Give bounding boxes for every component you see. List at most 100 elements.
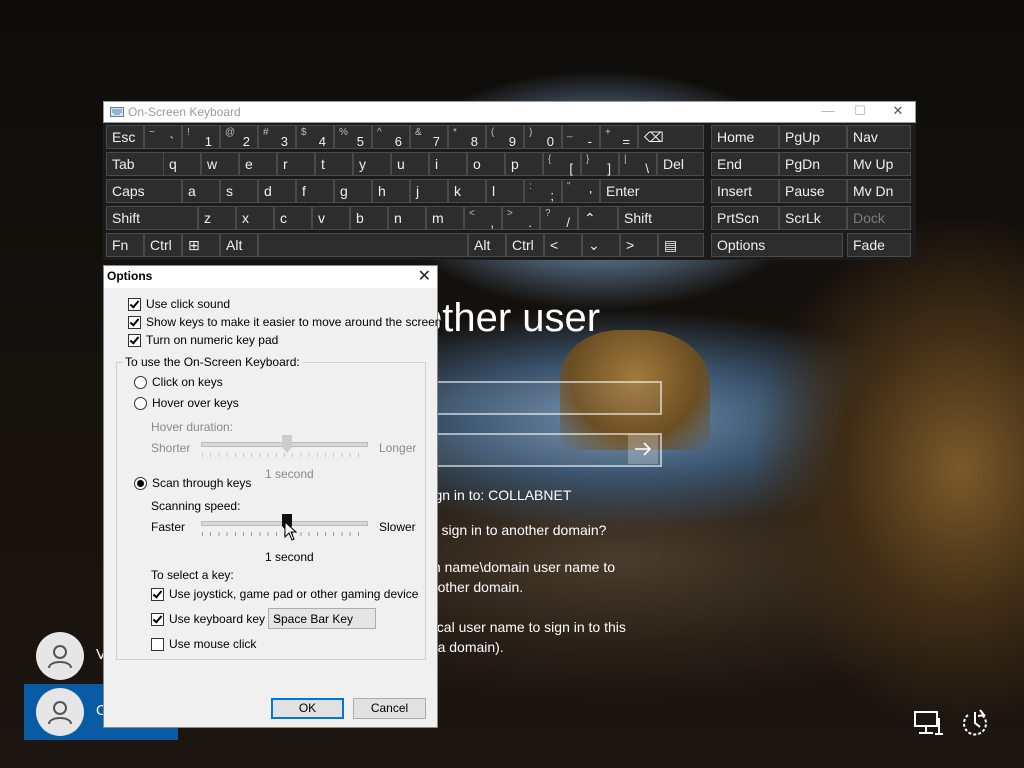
key-3-0[interactable]: Shift bbox=[106, 206, 198, 230]
use-keyboard-key-checkbox[interactable]: Use keyboard key bbox=[151, 612, 265, 626]
network-icon[interactable] bbox=[911, 706, 945, 740]
osk-titlebar[interactable]: On-Screen Keyboard — ☐ ✕ bbox=[103, 101, 916, 123]
key-2-7[interactable]: j bbox=[410, 179, 448, 203]
key-4-7[interactable]: < bbox=[544, 233, 582, 257]
key-1-3[interactable]: e bbox=[239, 152, 277, 176]
close-button[interactable]: ✕ bbox=[883, 103, 913, 119]
key-4-9[interactable]: > bbox=[620, 233, 658, 257]
nav-key-insert[interactable]: Insert bbox=[711, 179, 779, 203]
key-1-12[interactable]: }] bbox=[581, 152, 619, 176]
key-3-2[interactable]: x bbox=[236, 206, 274, 230]
click-on-keys-radio[interactable]: Click on keys bbox=[134, 375, 223, 389]
key-0-4[interactable]: #3 bbox=[258, 125, 296, 149]
scan-through-keys-radio[interactable]: Scan through keys bbox=[134, 476, 251, 490]
key-1-4[interactable]: r bbox=[277, 152, 315, 176]
key-1-0[interactable]: Tab bbox=[106, 152, 166, 176]
key-2-5[interactable]: g bbox=[334, 179, 372, 203]
nav-key-mv-up[interactable]: Mv Up bbox=[847, 152, 911, 176]
nav-key-prtscn[interactable]: PrtScn bbox=[711, 206, 779, 230]
minimize-button[interactable]: — bbox=[813, 103, 843, 118]
key-4-8[interactable]: ⌄ bbox=[582, 233, 620, 257]
key-4-6[interactable]: Ctrl bbox=[506, 233, 544, 257]
key-0-12[interactable]: _ - bbox=[562, 125, 600, 149]
username-input[interactable] bbox=[420, 381, 662, 415]
key-3-10[interactable]: ? / bbox=[540, 206, 578, 230]
key-1-8[interactable]: i bbox=[429, 152, 467, 176]
key-0-5[interactable]: $4 bbox=[296, 125, 334, 149]
key-3-9[interactable]: >. bbox=[502, 206, 540, 230]
numeric-keypad-checkbox[interactable]: Turn on numeric key pad bbox=[128, 333, 278, 347]
nav-key-mv-dn[interactable]: Mv Dn bbox=[847, 179, 911, 203]
key-0-3[interactable]: @2 bbox=[220, 125, 258, 149]
use-mouse-click-checkbox[interactable]: Use mouse click bbox=[151, 637, 256, 651]
key-3-4[interactable]: v bbox=[312, 206, 350, 230]
key-4-10[interactable]: ▤ bbox=[658, 233, 704, 257]
submit-arrow-button[interactable] bbox=[628, 434, 658, 464]
key-3-6[interactable]: n bbox=[388, 206, 426, 230]
key-0-6[interactable]: % 5 bbox=[334, 125, 372, 149]
key-2-3[interactable]: d bbox=[258, 179, 296, 203]
nav-key-scrlk[interactable]: ScrLk bbox=[779, 206, 847, 230]
nav-key-dock[interactable]: Dock bbox=[847, 206, 911, 230]
key-2-8[interactable]: k bbox=[448, 179, 486, 203]
options-close-icon[interactable]: ✕ bbox=[418, 266, 431, 286]
nav-key-pause[interactable]: Pause bbox=[779, 179, 847, 203]
key-1-10[interactable]: p bbox=[505, 152, 543, 176]
key-4-0[interactable]: Fn bbox=[106, 233, 144, 257]
nav-key-pgup[interactable]: PgUp bbox=[779, 125, 847, 149]
nav-key-fade[interactable]: Fade bbox=[847, 233, 911, 257]
key-4-1[interactable]: Ctrl bbox=[144, 233, 182, 257]
use-click-sound-checkbox[interactable]: Use click sound bbox=[128, 297, 230, 311]
nav-key-end[interactable]: End bbox=[711, 152, 779, 176]
key-2-2[interactable]: s bbox=[220, 179, 258, 203]
ok-button[interactable]: OK bbox=[271, 698, 344, 719]
key-4-3[interactable]: Alt bbox=[220, 233, 258, 257]
key-1-9[interactable]: o bbox=[467, 152, 505, 176]
maximize-button[interactable]: ☐ bbox=[845, 103, 875, 119]
key-2-6[interactable]: h bbox=[372, 179, 410, 203]
key-1-7[interactable]: u bbox=[391, 152, 429, 176]
key-0-8[interactable]: & 7 bbox=[410, 125, 448, 149]
hover-slider-thumb[interactable] bbox=[282, 435, 292, 453]
key-0-13[interactable]: + = bbox=[600, 125, 638, 149]
key-0-14[interactable]: ⌫ bbox=[638, 125, 704, 149]
cancel-button[interactable]: Cancel bbox=[353, 698, 426, 719]
key-0-11[interactable]: ) 0 bbox=[524, 125, 562, 149]
key-3-11[interactable]: ⌃ bbox=[578, 206, 618, 230]
hover-over-keys-radio[interactable]: Hover over keys bbox=[134, 396, 239, 410]
key-0-2[interactable]: ! 1 bbox=[182, 125, 220, 149]
key-2-4[interactable]: f bbox=[296, 179, 334, 203]
nav-key-nav[interactable]: Nav bbox=[847, 125, 911, 149]
key-2-0[interactable]: Caps bbox=[106, 179, 182, 203]
key-0-10[interactable]: (9 bbox=[486, 125, 524, 149]
key-0-9[interactable]: * 8 bbox=[448, 125, 486, 149]
key-0-0[interactable]: Esc bbox=[106, 125, 144, 149]
key-2-10[interactable]: :; bbox=[524, 179, 562, 203]
key-4-2[interactable]: ⊞ bbox=[182, 233, 220, 257]
key-1-14[interactable]: Del bbox=[657, 152, 704, 176]
power-icon[interactable] bbox=[958, 706, 992, 740]
nav-key-pgdn[interactable]: PgDn bbox=[779, 152, 847, 176]
show-keys-checkbox[interactable]: Show keys to make it easier to move arou… bbox=[128, 315, 441, 329]
key-1-2[interactable]: w bbox=[201, 152, 239, 176]
key-3-7[interactable]: m bbox=[426, 206, 464, 230]
key-0-1[interactable]: ~ ` bbox=[144, 125, 182, 149]
key-0-7[interactable]: ^ 6 bbox=[372, 125, 410, 149]
key-3-12[interactable]: Shift bbox=[618, 206, 704, 230]
key-2-12[interactable]: Enter bbox=[600, 179, 704, 203]
key-3-3[interactable]: c bbox=[274, 206, 312, 230]
key-2-1[interactable]: a bbox=[182, 179, 220, 203]
options-titlebar[interactable]: Options ✕ bbox=[104, 266, 437, 288]
key-1-5[interactable]: t bbox=[315, 152, 353, 176]
nav-key-home[interactable]: Home bbox=[711, 125, 779, 149]
key-3-8[interactable]: <, bbox=[464, 206, 502, 230]
key-2-11[interactable]: " ' bbox=[562, 179, 600, 203]
key-2-9[interactable]: l bbox=[486, 179, 524, 203]
keyboard-key-select[interactable]: Space Bar Key ⌄ bbox=[268, 608, 376, 629]
key-3-1[interactable]: z bbox=[198, 206, 236, 230]
nav-key-options[interactable]: Options bbox=[711, 233, 843, 257]
help-question-link[interactable]: o I sign in to another domain? bbox=[422, 522, 606, 538]
key-1-1[interactable]: q bbox=[163, 152, 201, 176]
key-4-4[interactable] bbox=[258, 233, 468, 257]
key-1-6[interactable]: y bbox=[353, 152, 391, 176]
